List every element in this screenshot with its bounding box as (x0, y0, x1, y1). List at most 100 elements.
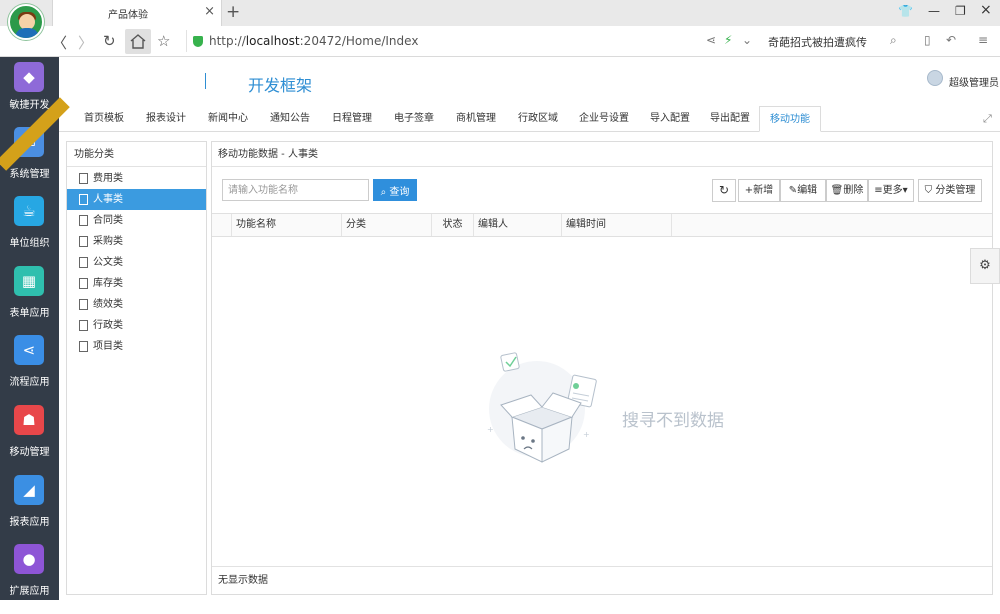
search-input[interactable] (222, 179, 369, 201)
category-panel: 功能分类 费用类 人事类 合同类 采购类 公文类 库存类 绩效类 行政类 项目类 (66, 141, 207, 595)
share-icon[interactable]: ⋖ (706, 33, 716, 47)
tab-export-config[interactable]: 导出配置 (701, 106, 759, 132)
more-dropdown-button[interactable]: ≡更多▾ (868, 179, 914, 202)
query-button[interactable]: ⌕ 查询 (373, 179, 417, 201)
category-manage-button[interactable]: ⛉ 分类管理 (918, 179, 982, 202)
tab-mobile-functions[interactable]: 移动功能 (759, 106, 821, 132)
category-item[interactable]: 行政类 (67, 315, 206, 336)
restore-icon[interactable]: ❐ (955, 4, 966, 18)
tab-e-signature[interactable]: 电子签章 (383, 106, 445, 132)
brand-divider (205, 73, 206, 89)
browser-tab[interactable]: 产品体验 × (52, 0, 222, 26)
svg-text:+: + (487, 425, 494, 434)
brand-title: 开发框架 (248, 76, 313, 95)
avatar-icon[interactable] (8, 4, 44, 40)
url-field[interactable]: http://localhost:20472/Home/Index (186, 30, 706, 52)
search-icon[interactable]: ⌕ (890, 33, 897, 48)
document-icon (79, 299, 88, 310)
chevron-down-icon[interactable]: ⌄ (742, 33, 752, 47)
row-number-header (212, 214, 232, 236)
new-tab-icon[interactable]: + (226, 2, 240, 22)
back-icon[interactable]: 〈 (52, 32, 67, 53)
cup-icon: ☕ (14, 196, 44, 226)
close-tab-icon[interactable]: × (204, 4, 215, 19)
tag-icon: ⛉ (924, 185, 933, 196)
data-panel-title: 移动功能数据 - 人事类 (212, 142, 992, 167)
column-header-edit-time[interactable]: 编辑时间 (562, 214, 672, 236)
document-icon (79, 173, 88, 184)
app-sidebar: ◆ 敏捷开发 ▭ 系统管理 ☕ 单位组织 ▦ 表单应用 ⋖ 流程应用 ☗ 移动管… (0, 57, 70, 600)
document-icon (79, 236, 88, 247)
address-bar: 〈 〉 ↻ ☆ http://localhost:20472/Home/Inde… (0, 26, 1000, 57)
user-name[interactable]: 超级管理员 (949, 74, 999, 89)
tab-report-design[interactable]: 报表设计 (135, 106, 197, 132)
tab-regions[interactable]: 行政区域 (507, 106, 569, 132)
nav-item-flow[interactable]: ⋖ 流程应用 (0, 335, 59, 405)
refresh-button[interactable]: ↻ (712, 179, 736, 202)
expand-icon[interactable]: ⤢ (983, 112, 992, 126)
tab-opportunities[interactable]: 商机管理 (445, 106, 507, 132)
category-panel-title: 功能分类 (67, 142, 206, 167)
nav-item-extensions[interactable]: ● 扩展应用 (0, 544, 59, 614)
add-button[interactable]: +新增 (738, 179, 780, 202)
reload-icon[interactable]: ↻ (103, 32, 116, 50)
edit-button[interactable]: ✎编辑 (780, 179, 826, 202)
tab-schedule[interactable]: 日程管理 (321, 106, 383, 132)
category-item[interactable]: 费用类 (67, 168, 206, 189)
column-header-status[interactable]: 状态 (432, 214, 474, 236)
tab-news[interactable]: 新闻中心 (197, 106, 259, 132)
minimize-icon[interactable]: — (928, 4, 940, 18)
document-icon (79, 257, 88, 268)
grid-icon: ▦ (14, 266, 44, 296)
delete-button[interactable]: 🗑删除 (826, 179, 868, 202)
nav-item-mobile[interactable]: ☗ 移动管理 (0, 405, 59, 475)
document-icon (79, 215, 88, 226)
search-icon: ⌕ (380, 186, 387, 198)
gear-icon[interactable]: ⚙ (970, 248, 1000, 284)
star-icon[interactable]: ☆ (157, 32, 170, 50)
tab-notices[interactable]: 通知公告 (259, 106, 321, 132)
undo-icon[interactable]: ↶ (946, 33, 956, 47)
category-item[interactable]: 项目类 (67, 336, 206, 357)
tab-enterprise-settings[interactable]: 企业号设置 (569, 106, 639, 132)
agile-icon: ◆ (14, 62, 44, 92)
phone-icon[interactable]: ▯ (924, 33, 931, 47)
share-icon: ⋖ (14, 335, 44, 365)
nav-item-reports[interactable]: ◢ 报表应用 (0, 475, 59, 545)
column-header-name[interactable]: 功能名称 (232, 214, 342, 236)
app-header: 开发框架 超级管理员 (59, 57, 1000, 107)
document-icon (79, 341, 88, 352)
android-icon: ☗ (14, 405, 44, 435)
empty-state-text: 搜寻不到数据 (622, 411, 724, 431)
category-item[interactable]: 合同类 (67, 210, 206, 231)
module-tabs: 首页模板 报表设计 新闻中心 通知公告 日程管理 电子签章 商机管理 行政区域 … (59, 106, 1000, 132)
category-item[interactable]: 绩效类 (67, 294, 206, 315)
user-avatar-icon[interactable] (927, 70, 943, 86)
browser-tab-bar: 产品体验 × + 👕 — ❐ × (0, 0, 1000, 26)
nav-item-forms[interactable]: ▦ 表单应用 (0, 266, 59, 336)
trash-icon: 🗑 (830, 185, 844, 196)
column-header-editor[interactable]: 编辑人 (474, 214, 562, 236)
close-window-icon[interactable]: × (980, 2, 992, 18)
home-icon[interactable] (125, 29, 151, 54)
shield-icon (193, 36, 203, 47)
forward-icon[interactable]: 〉 (78, 32, 93, 53)
category-item-selected[interactable]: 人事类 (67, 189, 206, 210)
shirt-icon[interactable]: 👕 (898, 4, 913, 18)
column-header-category[interactable]: 分类 (342, 214, 432, 236)
data-panel: 移动功能数据 - 人事类 ⌕ 查询 ↻ +新增 ✎编辑 🗑删除 ≡更多▾ ⛉ 分… (211, 141, 993, 595)
menu-icon[interactable]: ≡ (978, 33, 988, 47)
category-item[interactable]: 采购类 (67, 231, 206, 252)
planet-icon: ● (14, 544, 44, 574)
tab-import-config[interactable]: 导入配置 (639, 106, 701, 132)
grid-header: 功能名称 分类 状态 编辑人 编辑时间 (212, 213, 992, 237)
category-item[interactable]: 库存类 (67, 273, 206, 294)
category-item[interactable]: 公文类 (67, 252, 206, 273)
chart-icon: ◢ (14, 475, 44, 505)
nav-item-org[interactable]: ☕ 单位组织 (0, 196, 59, 266)
lightning-icon[interactable]: ⚡ (724, 33, 732, 47)
document-icon (79, 194, 88, 205)
grid-footer-status: 无显示数据 (212, 566, 992, 594)
tab-home-template[interactable]: 首页模板 (73, 106, 135, 132)
search-hint[interactable]: 奇葩招式被拍遭疯传 (768, 34, 867, 50)
